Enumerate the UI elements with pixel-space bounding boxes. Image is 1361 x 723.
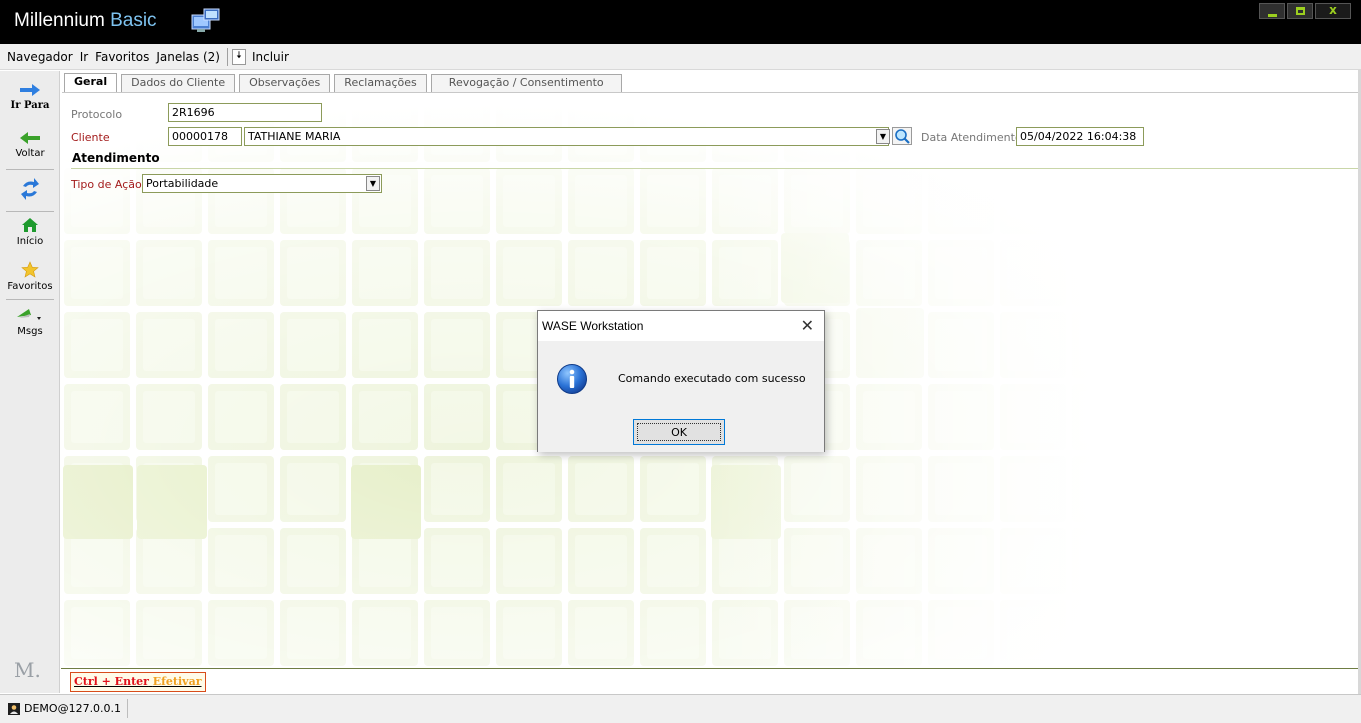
- cliente-dropdown-button[interactable]: ▼: [876, 129, 890, 144]
- sidebar-item-voltar[interactable]: Voltar: [0, 131, 60, 159]
- connection-text: DEMO@127.0.0.1: [24, 702, 122, 715]
- tab-geral[interactable]: Geral: [64, 73, 118, 93]
- arrow-right-icon: [20, 84, 40, 96]
- sidebar-item-ir-para[interactable]: Ir Para: [0, 83, 60, 111]
- dialog-title: WASE Workstation: [542, 319, 644, 333]
- arrow-left-icon: [20, 132, 40, 144]
- info-icon: [557, 364, 587, 394]
- atendimento-section-title: Atendimento: [72, 151, 160, 165]
- maximize-button[interactable]: [1287, 3, 1313, 19]
- protocolo-field[interactable]: 2R1696: [168, 103, 322, 122]
- sidebar-label: Ir Para: [10, 100, 50, 111]
- app-title-main: Millennium: [14, 10, 111, 31]
- dialog-message: Comando executado com sucesso: [618, 372, 806, 385]
- tab-bar: Geral Dados do Cliente Observações Recla…: [64, 73, 626, 93]
- sidebar-divider: [6, 299, 54, 300]
- star-icon: [21, 261, 39, 278]
- menu-incluir[interactable]: Incluir: [252, 50, 289, 64]
- menu-ir[interactable]: Ir: [80, 50, 88, 64]
- sidebar-label: Início: [16, 236, 44, 247]
- sidebar-item-msgs[interactable]: Msgs: [0, 305, 60, 337]
- tab-reclamacoes[interactable]: Reclamações: [334, 74, 427, 92]
- sidebar-label: Favoritos: [7, 281, 53, 292]
- message-dialog: WASE Workstation ✕ Comando executado com…: [537, 310, 825, 452]
- search-icon[interactable]: [892, 127, 912, 145]
- minimize-icon: [1268, 14, 1277, 17]
- tipo-acao-select[interactable]: Portabilidade: [142, 174, 382, 193]
- app-logo-icon: [191, 8, 220, 32]
- ok-button[interactable]: OK: [633, 419, 725, 445]
- menu-separator: [226, 47, 228, 66]
- millennium-logo: M.: [14, 658, 41, 682]
- message-icon: [17, 309, 41, 320]
- sidebar-divider: [6, 211, 54, 212]
- refresh-icon: [21, 178, 39, 200]
- sidebar-item-inicio[interactable]: Início: [0, 217, 60, 247]
- dialog-body: Comando executado com sucesso OK: [538, 341, 824, 452]
- efetivar-button[interactable]: Ctrl + Enter Efetivar: [70, 672, 206, 692]
- cliente-label: Cliente: [71, 131, 110, 144]
- home-icon: [22, 218, 38, 232]
- tab-dados-do-cliente[interactable]: Dados do Cliente: [121, 74, 236, 92]
- tab-revogacao-consentimento[interactable]: Revogação / Consentimento: [430, 74, 622, 92]
- focus-rect: [637, 423, 721, 441]
- include-arrow-icon[interactable]: 🠇: [231, 48, 246, 65]
- close-button[interactable]: x: [1315, 3, 1351, 19]
- cliente-code-field[interactable]: 00000178: [168, 127, 242, 146]
- connection-status: DEMO@127.0.0.1: [8, 699, 129, 718]
- sidebar-item-favoritos[interactable]: Favoritos: [0, 261, 60, 292]
- dialog-title-bar: WASE Workstation ✕: [538, 311, 824, 341]
- close-icon: x: [1329, 3, 1337, 17]
- efetivar-label: Efetivar: [152, 675, 202, 688]
- app-title: Millennium Basic: [14, 10, 157, 32]
- menu-favoritos[interactable]: Favoritos: [95, 50, 149, 64]
- data-atendimento-label: Data Atendimento: [921, 131, 1022, 144]
- sidebar-divider: [6, 169, 54, 170]
- user-icon: [8, 702, 20, 715]
- menu-navegador[interactable]: Navegador: [7, 50, 73, 64]
- minimize-button[interactable]: [1259, 3, 1285, 19]
- tipo-acao-label: Tipo de Ação: [71, 178, 142, 191]
- cliente-name-field[interactable]: TATHIANE MARIA: [244, 127, 889, 146]
- maximize-icon: [1296, 7, 1305, 15]
- tab-observacoes[interactable]: Observações: [239, 74, 331, 92]
- menu-bar: Navegador Ir Favoritos Janelas (2) 🠇 Inc…: [0, 44, 1361, 70]
- tipo-acao-dropdown-button[interactable]: ▼: [366, 176, 380, 191]
- sidebar-item-refresh[interactable]: [0, 175, 60, 206]
- dialog-close-icon[interactable]: ✕: [801, 316, 814, 335]
- section-divider: [71, 168, 1358, 169]
- efetivar-shortcut: Ctrl + Enter: [74, 675, 149, 688]
- status-bar: DEMO@127.0.0.1: [0, 694, 1361, 723]
- sidebar-label: Msgs: [17, 326, 43, 337]
- protocolo-label: Protocolo: [71, 108, 123, 121]
- title-bar: Millennium Basic x: [0, 0, 1361, 44]
- action-bar: Ctrl + Enter Efetivar: [61, 668, 1358, 693]
- menu-janelas[interactable]: Janelas (2): [156, 50, 220, 64]
- sidebar: Ir Para Voltar Início Favoritos Msgs M.: [0, 71, 60, 693]
- app-title-accent: Basic: [110, 10, 157, 31]
- data-atendimento-field[interactable]: 05/04/2022 16:04:38: [1016, 127, 1144, 146]
- sidebar-label: Voltar: [15, 148, 45, 159]
